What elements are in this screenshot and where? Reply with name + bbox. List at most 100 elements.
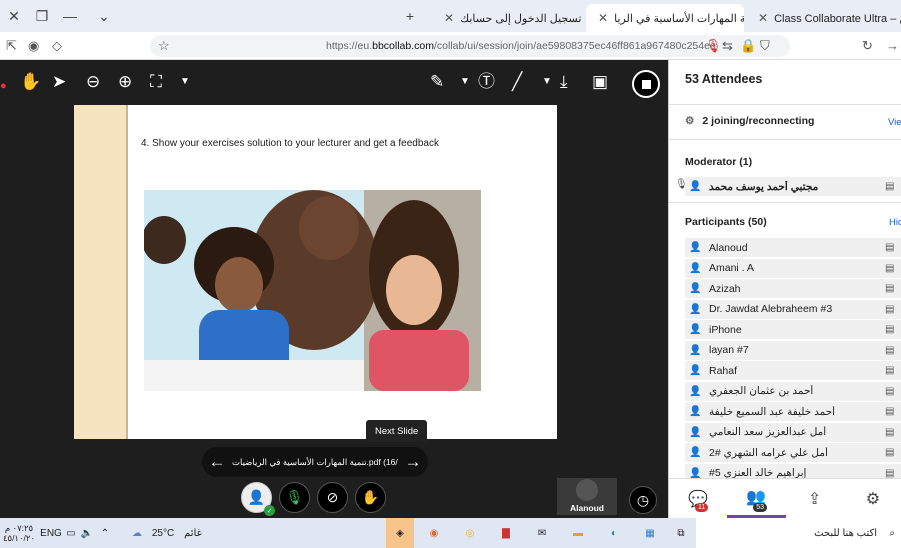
clock-icon[interactable]: ◷ — [629, 486, 657, 514]
window-maximize-icon[interactable]: ❐ — [28, 0, 56, 32]
edge-icon[interactable]: ◐ — [600, 518, 628, 548]
menu-icon[interactable]: ▤ — [885, 283, 901, 294]
download-icon[interactable]: ⤓ — [560, 72, 568, 92]
back-arrow-icon[interactable]: → — [886, 38, 899, 53]
participants-header: Participants (50) — [685, 216, 767, 228]
new-tab-button[interactable]: + — [396, 0, 424, 32]
profile-icon[interactable]: ◉ — [28, 38, 39, 54]
participant-video-thumb[interactable]: Alanoud — [557, 478, 617, 515]
chevron-down-icon[interactable]: ▼ — [542, 72, 552, 92]
participant-row[interactable]: 👤Dr. Jawdat Alebraheem #3▤⊖ — [685, 299, 901, 319]
language-indicator[interactable]: ENG — [40, 518, 62, 548]
menu-icon[interactable]: ▤ — [885, 324, 901, 335]
pen-tool-icon[interactable]: ✎ — [430, 72, 444, 92]
next-slide-arrow-icon[interactable]: → — [398, 452, 428, 472]
participant-name: أحمد خليفة عبد السميع خليفة — [709, 405, 836, 418]
zoom-in-icon[interactable]: ⊕ — [118, 72, 132, 92]
zoom-out-icon[interactable]: ⊖ — [86, 72, 100, 92]
network-icon[interactable]: ▭ — [64, 518, 78, 548]
participant-row[interactable]: 👤Amani . A▤⊖ — [685, 258, 901, 278]
hand-tool-icon[interactable]: ✋ — [20, 72, 41, 92]
app-icon[interactable]: ◈ — [386, 518, 414, 548]
settings-tab[interactable]: ⚙ — [844, 479, 901, 518]
store-icon[interactable]: ▦ — [636, 518, 664, 548]
participant-row[interactable]: 👤Rahaf▤⊖ — [685, 361, 901, 380]
microphone-button[interactable]: 🎙 — [279, 482, 310, 513]
participant-row[interactable]: 👤Alanoud▤⊖ — [685, 238, 901, 257]
user-icon: 👤 — [689, 303, 702, 315]
fit-screen-icon[interactable]: ⛶ — [150, 72, 162, 92]
shield-outline-icon[interactable]: ⛉ — [760, 38, 770, 54]
moderator-header: Moderator (1) — [685, 156, 753, 168]
participant-row[interactable]: 👤Azizah▤⊖ — [685, 279, 901, 298]
moderator-row[interactable]: 👤 مجتبي أحمد يوسف محمد ▤ ⊖ — [685, 177, 901, 196]
volume-icon[interactable]: 🔈 — [80, 518, 94, 548]
stop-share-button[interactable] — [632, 70, 660, 98]
firefox-icon[interactable]: ◉ — [420, 518, 448, 548]
tab-close-icon[interactable]: ✕ — [444, 11, 454, 25]
url-field[interactable]: https://eu. bbcollab.com/collab/ui/sessio… — [150, 35, 790, 57]
participant-row[interactable]: 👤iPhone▤⊖ — [685, 320, 901, 339]
menu-icon[interactable]: ▤ — [885, 181, 901, 192]
user-icon: 👤 — [689, 181, 702, 192]
participant-row[interactable]: 👤أمل عبدالعزيز سعد النعامي▤⊖ — [685, 422, 901, 442]
chevron-up-icon[interactable]: ⌃ — [98, 518, 112, 548]
menu-icon[interactable]: ▤ — [885, 345, 901, 356]
participant-row[interactable]: 👤أحمد بن عثمان الجعفري▤⊖ — [685, 381, 901, 401]
participant-row[interactable]: 👤layan #7▤⊖ — [685, 340, 901, 360]
chevron-down-icon[interactable]: ▼ — [460, 72, 470, 92]
powerpoint-icon[interactable]: ▇ — [492, 518, 520, 548]
search-box[interactable]: اكتب هنا للبحث ⌕ — [696, 518, 901, 548]
share-icon[interactable]: ⇱ — [6, 38, 17, 54]
prev-slide-arrow-icon[interactable]: ← — [202, 452, 232, 472]
loading-icon: ⚙ — [685, 115, 695, 127]
participant-row[interactable]: 👤أحمد خليفة عبد السميع خليفة▤⊖ — [685, 402, 901, 421]
chrome-icon[interactable]: ◎ — [456, 518, 484, 548]
pointer-tool-icon[interactable]: ➤ — [52, 72, 66, 92]
tab-close-icon[interactable]: ✕ — [758, 11, 768, 25]
slide-heading: 4. Show your exercises solution to your … — [141, 138, 439, 149]
menu-icon[interactable]: ▤ — [885, 304, 901, 315]
task-view-icon[interactable]: ⧉ — [670, 518, 692, 548]
menu-icon[interactable]: ▤ — [885, 468, 901, 479]
participant-row[interactable]: 👤أمل علي عرامه الشهري #2▤⊖ — [685, 443, 901, 462]
avatar-button[interactable]: 👤 ✓ — [241, 482, 275, 516]
reload-icon[interactable]: ↻ — [862, 38, 873, 54]
menu-icon[interactable]: ▤ — [885, 427, 901, 438]
tab-list-chevron-icon[interactable]: ⌄ — [90, 0, 118, 32]
menu-icon[interactable]: ▤ — [885, 406, 901, 417]
raise-hand-button[interactable]: ✋ — [355, 482, 386, 513]
tab-course[interactable]: ✕ تنمية المهارات الأساسية في الريا — [586, 4, 744, 32]
camera-off-button[interactable]: ⊘ — [317, 482, 348, 513]
weather-cloud-icon[interactable]: ☁ — [128, 518, 146, 548]
hide-link[interactable]: Hid — [889, 217, 901, 228]
window-close-icon[interactable]: ✕ — [0, 0, 28, 32]
text-tool-icon[interactable]: Ⓣ — [478, 72, 495, 92]
file-explorer-icon[interactable]: ▬ — [564, 518, 592, 548]
mail-icon[interactable]: ✉ — [528, 518, 556, 548]
shield-icon[interactable]: ◇ — [52, 38, 62, 54]
save-icon[interactable]: ▣ — [592, 72, 608, 92]
tab-close-icon[interactable]: ✕ — [598, 11, 608, 25]
chat-tab[interactable]: 💬 11 — [669, 479, 727, 518]
menu-icon[interactable]: ▤ — [885, 242, 901, 253]
attendees-tab[interactable]: 👥 53 — [727, 479, 786, 518]
clock[interactable]: ٠٧:٢٥ م ٤٥/١٠/٢٠ — [3, 518, 35, 548]
participant-name: Rahaf — [709, 364, 738, 377]
tab-login[interactable]: ✕ تسجيل الدخول إلى حسابك — [432, 4, 582, 32]
view-link[interactable]: Vie — [888, 117, 901, 128]
share-content-tab[interactable]: ⇪ — [786, 479, 844, 518]
bookmark-star-icon[interactable]: ☆ — [158, 38, 170, 54]
window-minimize-icon[interactable]: — — [56, 0, 84, 32]
menu-icon[interactable]: ▤ — [885, 365, 901, 376]
chevron-down-icon[interactable]: ▼ — [180, 72, 190, 92]
line-tool-icon[interactable]: ╱ — [512, 72, 522, 92]
menu-icon[interactable]: ▤ — [885, 447, 901, 458]
menu-icon[interactable]: ▤ — [885, 386, 901, 397]
translate-icon[interactable]: ⇆ — [722, 38, 733, 54]
panel-title: 53 Attendees — [685, 72, 763, 86]
lock-icon[interactable]: 🔒 — [740, 38, 756, 54]
tab-collaborate[interactable]: ✕ Class Collaborate Ultra – بارين — [746, 4, 901, 32]
menu-icon[interactable]: ▤ — [885, 263, 901, 274]
microphone-icon[interactable]: 🎙 — [705, 38, 722, 54]
